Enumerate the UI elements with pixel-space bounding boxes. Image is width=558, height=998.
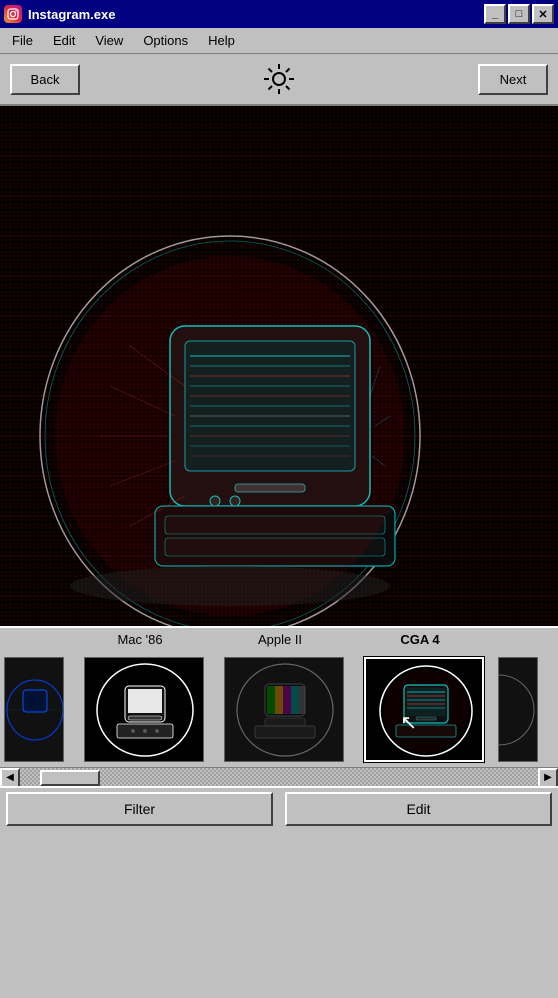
main-image-area (0, 106, 558, 626)
filter-label-cga4: CGA 4 (350, 632, 490, 650)
scroll-thumb[interactable] (40, 770, 100, 786)
filter-label-mac86: Mac '86 (70, 632, 210, 650)
minimize-button[interactable]: _ (484, 4, 506, 24)
back-button[interactable]: Back (10, 64, 80, 95)
title-bar: Instagram.exe _ □ ✕ (0, 0, 558, 28)
scroll-track[interactable] (20, 768, 538, 787)
scroll-left-button[interactable]: ◀ (0, 768, 20, 787)
cga-image (0, 106, 558, 626)
next-button[interactable]: Next (478, 64, 548, 95)
horizontal-scrollbar: ◀ ▶ (0, 767, 558, 786)
filter-thumb-partial-right[interactable] (498, 657, 538, 762)
window-controls: _ □ ✕ (484, 4, 554, 24)
maximize-button[interactable]: □ (508, 4, 530, 24)
app-icon (4, 5, 22, 23)
filter-label-apple2: Apple II (210, 632, 350, 650)
filter-labels-row: Mac '86 Apple II CGA 4 (0, 628, 558, 652)
scroll-right-button[interactable]: ▶ (538, 768, 558, 787)
menu-options[interactable]: Options (137, 31, 194, 50)
menu-edit[interactable]: Edit (47, 31, 81, 50)
filter-thumb-apple2[interactable] (224, 657, 344, 762)
menu-help[interactable]: Help (202, 31, 241, 50)
edit-button[interactable]: Edit (285, 792, 552, 826)
bottom-bar: Filter Edit (0, 786, 558, 830)
menu-file[interactable]: File (6, 31, 39, 50)
filter-thumb-partial-left[interactable] (4, 657, 64, 762)
filter-thumb-cga4[interactable]: ↖ (364, 657, 484, 762)
close-button[interactable]: ✕ (532, 4, 554, 24)
filter-thumb-mac86[interactable] (84, 657, 204, 762)
menu-view[interactable]: View (89, 31, 129, 50)
toolbar: Back Next (0, 54, 558, 106)
menu-bar: File Edit View Options Help (0, 28, 558, 54)
filter-thumbnails-row: ↖ (0, 652, 558, 767)
brightness-icon[interactable] (262, 62, 296, 96)
window-title: Instagram.exe (28, 7, 478, 22)
filter-button[interactable]: Filter (6, 792, 273, 826)
filter-strip: Mac '86 Apple II CGA 4 (0, 626, 558, 786)
